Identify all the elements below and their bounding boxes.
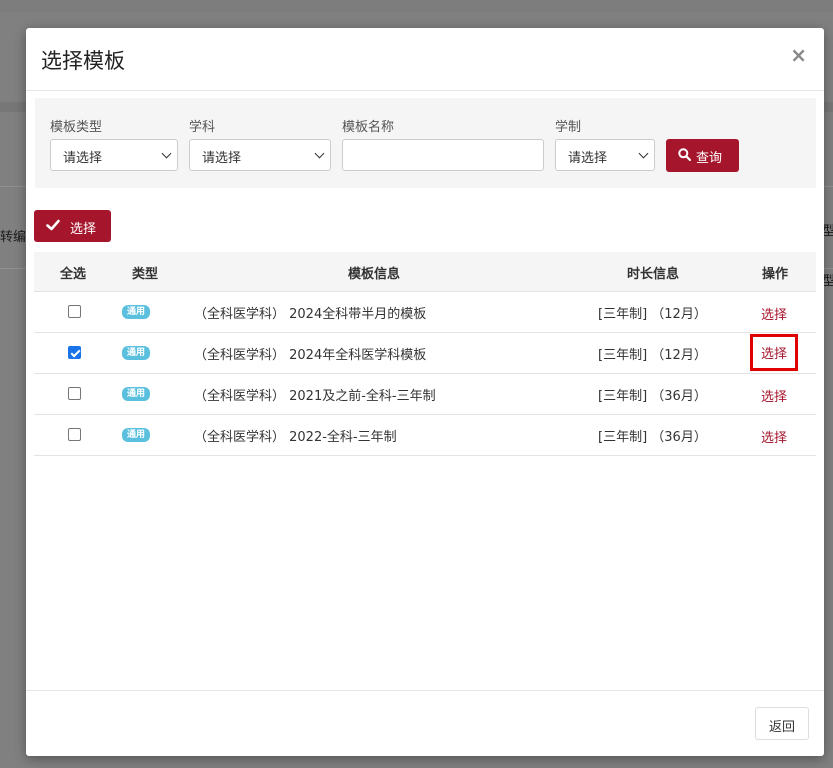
background-header (0, 0, 833, 12)
type-badge: 通用 (122, 305, 151, 319)
table-row: 通用 （全科医学科） 2024年全科医学科模板 [三年制] （12月） 选择 (34, 333, 816, 374)
select-all-header[interactable]: 全选 (60, 263, 86, 282)
table-row: 通用 （全科医学科） 2022-全科-三年制 [三年制] （36月） 选择 (34, 415, 816, 456)
row-select-link[interactable]: 选择 (761, 427, 787, 446)
row-select-link[interactable]: 选择 (761, 304, 787, 323)
subject-value: 请选择 (202, 151, 242, 166)
row-checkbox[interactable] (68, 428, 81, 441)
chevron-down-icon (314, 148, 325, 159)
row-checkbox[interactable] (68, 346, 81, 359)
duration-info: [三年制] （36月） (598, 389, 707, 404)
duration-header: 时长信息 (627, 267, 680, 282)
back-button[interactable]: 返回 (755, 707, 809, 740)
back-button-label: 返回 (769, 720, 796, 735)
type-header: 类型 (132, 267, 159, 282)
chevron-down-icon (638, 148, 649, 159)
template-table: 全选 类型 模板信息 时长信息 操作 通用 （全科医学科） 2024全科带半月的… (34, 252, 816, 456)
duration-info: [三年制] （36月） (598, 430, 707, 445)
type-badge: 通用 (122, 387, 151, 401)
select-button[interactable]: 选择 (34, 210, 111, 242)
template-info: （全科医学科） 2024年全科医学科模板 (194, 348, 427, 363)
table-row: 通用 （全科医学科） 2024全科带半月的模板 [三年制] （12月） 选择 (34, 292, 816, 333)
template-info: （全科医学科） 2022-全科-三年制 (194, 430, 397, 445)
row-select-link[interactable]: 选择 (761, 386, 787, 405)
row-checkbox[interactable] (68, 387, 81, 400)
template-name-label: 模板名称 (342, 120, 395, 135)
duration-info: [三年制] （12月） (598, 348, 707, 363)
table-header: 全选 类型 模板信息 时长信息 操作 (34, 252, 816, 292)
template-name-input[interactable] (342, 139, 544, 171)
duration-info: [三年制] （12月） (598, 307, 707, 322)
template-info: （全科医学科） 2021及之前-全科-三年制 (194, 389, 436, 404)
table-row: 通用 （全科医学科） 2021及之前-全科-三年制 [三年制] （36月） 选择 (34, 374, 816, 415)
template-type-select[interactable]: 请选择 (50, 139, 178, 171)
type-badge: 通用 (122, 346, 151, 360)
modal-footer: 返回 (26, 690, 824, 756)
modal-header: 选择模板 × (26, 28, 824, 91)
chevron-down-icon (161, 148, 172, 159)
type-badge: 通用 (122, 428, 151, 442)
action-header: 操作 (762, 267, 789, 282)
info-header: 模板信息 (348, 267, 401, 282)
system-select[interactable]: 请选择 (555, 139, 655, 171)
close-icon[interactable]: × (790, 43, 807, 67)
subject-label: 学科 (189, 120, 216, 135)
system-value: 请选择 (568, 151, 608, 166)
row-select-link[interactable]: 选择 (749, 334, 799, 371)
system-label: 学制 (555, 120, 582, 135)
template-type-value: 请选择 (63, 151, 103, 166)
filter-panel: 模板类型 请选择 学科 请选择 模板名称 学制 请选择 查询 (35, 98, 816, 188)
background-text: 转编 (0, 230, 27, 245)
query-button-label: 查询 (696, 151, 723, 166)
row-checkbox[interactable] (68, 305, 81, 318)
select-template-modal: 选择模板 × 模板类型 请选择 学科 请选择 模板名称 学制 请选择 查询 选择… (26, 28, 824, 756)
check-icon (46, 218, 60, 236)
template-info: （全科医学科） 2024全科带半月的模板 (194, 307, 427, 322)
search-icon (678, 148, 692, 165)
query-button[interactable]: 查询 (666, 139, 739, 172)
template-type-label: 模板类型 (50, 120, 103, 135)
select-button-label: 选择 (70, 222, 97, 237)
subject-select[interactable]: 请选择 (189, 139, 331, 171)
modal-title: 选择模板 (41, 49, 125, 73)
